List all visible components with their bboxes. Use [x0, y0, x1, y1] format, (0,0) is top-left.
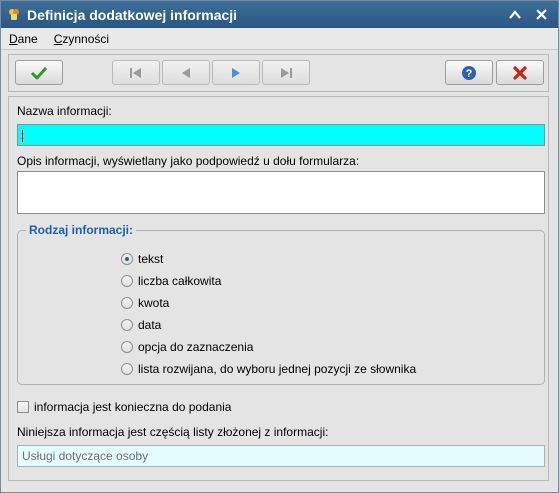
radio-label: data	[138, 318, 162, 332]
menu-dane-label: ane	[17, 31, 38, 46]
cancel-button[interactable]	[496, 60, 544, 85]
window-title: Definicja dodatkowej informacji	[27, 6, 238, 23]
collapse-button[interactable]	[504, 4, 526, 26]
help-button[interactable]: ?	[445, 60, 493, 85]
description-label: Opis informacji, wyświetlany jako podpow…	[17, 154, 360, 168]
radio-label: lista rozwijana, do wyboru jednej pozycj…	[138, 362, 417, 376]
menu-bar: Dane Czynności	[1, 28, 558, 50]
menu-dane[interactable]: Dane	[1, 28, 46, 50]
radio-button[interactable]	[121, 253, 133, 265]
menu-dane-mnemonic: D	[9, 31, 18, 46]
type-option-dropdown[interactable]: lista rozwijana, do wyboru jednej pozycj…	[121, 362, 416, 376]
radio-button[interactable]	[121, 341, 133, 353]
help-icon: ?	[462, 65, 476, 80]
description-textarea[interactable]	[17, 171, 545, 214]
radio-button[interactable]	[121, 319, 133, 331]
required-checkbox-row[interactable]: informacja jest konieczna do podania	[17, 400, 231, 414]
previous-record-button[interactable]	[162, 60, 210, 85]
type-option-date[interactable]: data	[121, 318, 161, 332]
app-icon	[7, 8, 21, 22]
toolbar: ?	[8, 54, 549, 92]
confirm-button[interactable]	[15, 60, 63, 85]
radio-label: tekst	[138, 252, 164, 266]
radio-button[interactable]	[121, 297, 133, 309]
type-groupbox: Rodzaj informacji: tekst liczba całkowit…	[17, 223, 545, 385]
list-label: Niniejsza informacja jest częścią listy …	[17, 425, 329, 439]
menu-czynnosci-label: zynności	[62, 31, 110, 46]
radio-label: liczba całkowita	[138, 274, 222, 288]
type-option-text[interactable]: tekst	[121, 252, 163, 266]
name-label: Nazwa informacji:	[17, 104, 112, 118]
radio-label: opcja do zaznaczenia	[138, 340, 254, 354]
list-field[interactable]: Usługi dotyczące osoby	[17, 445, 545, 467]
name-input[interactable]	[17, 124, 545, 146]
radio-button[interactable]	[121, 275, 133, 287]
first-record-button[interactable]	[112, 60, 160, 85]
cancel-x-icon	[513, 65, 527, 80]
required-label: informacja jest konieczna do podania	[34, 400, 232, 414]
first-icon	[130, 67, 141, 78]
type-option-amount[interactable]: kwota	[121, 296, 169, 310]
dialog-window: Definicja dodatkowej informacji Dane Czy…	[0, 0, 559, 493]
previous-icon	[182, 67, 190, 78]
menu-czynnosci[interactable]: Czynności	[46, 28, 117, 50]
checkmark-icon	[30, 66, 48, 79]
radio-button[interactable]	[121, 363, 133, 375]
required-checkbox[interactable]	[17, 401, 29, 413]
last-record-button[interactable]	[262, 60, 310, 85]
next-record-button[interactable]	[212, 60, 260, 85]
next-icon	[232, 67, 240, 78]
close-window-button[interactable]	[530, 4, 552, 26]
title-bar: Definicja dodatkowej informacji	[1, 1, 558, 28]
last-icon	[281, 67, 292, 78]
chevron-up-icon	[509, 9, 521, 19]
type-option-integer[interactable]: liczba całkowita	[121, 274, 221, 288]
type-group-label: Rodzaj informacji:	[26, 223, 137, 237]
svg-text:?: ?	[466, 68, 473, 80]
radio-label: kwota	[138, 296, 170, 310]
type-option-checkbox[interactable]: opcja do zaznaczenia	[121, 340, 253, 354]
close-icon	[535, 9, 547, 20]
text-caret	[22, 130, 23, 142]
form-panel: Nazwa informacji: Opis informacji, wyświ…	[8, 96, 549, 481]
